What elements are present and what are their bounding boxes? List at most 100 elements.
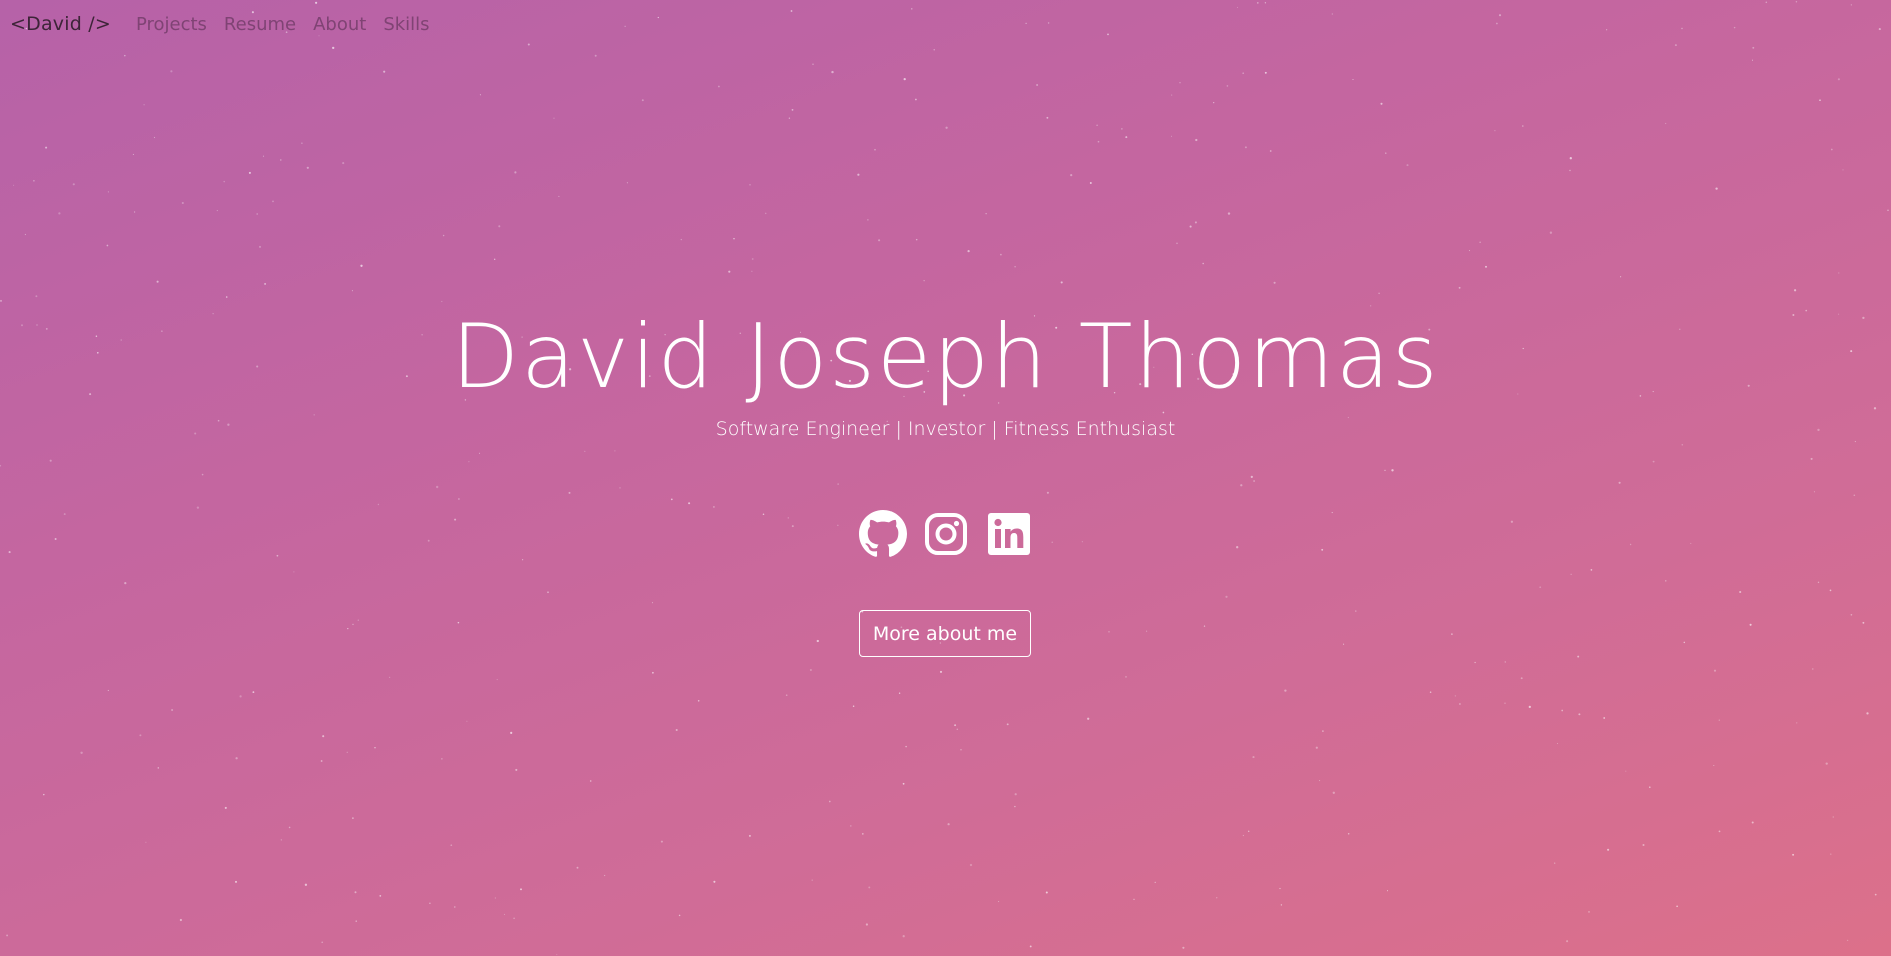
star-dot xyxy=(170,70,173,73)
star-dot xyxy=(293,571,295,573)
star-dot xyxy=(272,200,274,203)
star-dot xyxy=(867,219,869,221)
star-dot xyxy=(1380,102,1383,105)
star-dot xyxy=(262,155,265,157)
star-dot xyxy=(1652,460,1655,463)
star-dot xyxy=(933,49,935,51)
star-dot xyxy=(849,825,852,827)
star-dot xyxy=(1195,138,1198,142)
star-dot xyxy=(1829,589,1832,592)
star-dot xyxy=(1854,441,1856,443)
star-dot xyxy=(306,166,309,169)
star-dot xyxy=(1837,78,1840,81)
star-dot xyxy=(1713,764,1715,767)
nav-link-projects[interactable]: Projects xyxy=(136,14,207,35)
star-dot xyxy=(1620,276,1622,278)
star-dot xyxy=(1347,832,1350,835)
star-dot xyxy=(660,840,663,843)
star-dot xyxy=(1194,221,1197,224)
star-dot xyxy=(1108,630,1110,633)
star-dot xyxy=(902,935,905,938)
star-dot xyxy=(837,483,839,485)
star-dot xyxy=(960,749,962,751)
star-dot xyxy=(1014,805,1016,808)
star-dot xyxy=(967,249,970,253)
star-dot xyxy=(728,270,731,273)
star-dot xyxy=(1504,702,1506,704)
star-dot xyxy=(1315,746,1318,749)
star-dot xyxy=(1385,152,1387,154)
star-dot xyxy=(1060,281,1063,284)
brand-logo[interactable]: <David /> xyxy=(10,13,111,35)
star-dot xyxy=(441,758,443,760)
star-dot xyxy=(1607,848,1610,851)
star-dot xyxy=(556,954,558,956)
star-dot xyxy=(1125,136,1128,139)
instagram-link[interactable] xyxy=(922,510,970,558)
star-dot xyxy=(749,184,751,186)
star-dot xyxy=(24,233,26,236)
star-dot xyxy=(1250,475,1253,479)
star-dot xyxy=(1665,580,1667,582)
star-dot xyxy=(697,700,700,702)
star-dot xyxy=(264,282,267,285)
star-dot xyxy=(301,142,303,144)
star-dot xyxy=(478,452,481,454)
linkedin-link[interactable] xyxy=(985,510,1033,558)
star-dot xyxy=(494,258,496,260)
star-dot xyxy=(503,913,505,915)
star-dot xyxy=(522,559,524,561)
star-dot xyxy=(1577,655,1580,658)
star-dot xyxy=(224,806,227,809)
star-dot xyxy=(576,866,579,869)
star-dot xyxy=(124,581,127,585)
star-dot xyxy=(1319,780,1321,782)
star-dot xyxy=(181,201,184,205)
star-dot xyxy=(124,54,126,57)
star-dot xyxy=(1578,713,1581,716)
star-dot xyxy=(1170,135,1173,137)
star-dot xyxy=(1853,494,1856,496)
star-dot xyxy=(1832,816,1834,818)
nav-link-about[interactable]: About xyxy=(313,14,366,35)
star-dot xyxy=(553,117,555,119)
star-dot xyxy=(466,720,468,722)
star-dot xyxy=(1649,786,1651,788)
star-dot xyxy=(1739,590,1742,594)
star-dot xyxy=(748,834,751,837)
star-dot xyxy=(346,751,348,753)
star-dot xyxy=(374,747,376,749)
star-dot xyxy=(1240,484,1243,487)
star-dot xyxy=(1494,129,1496,132)
star-dot xyxy=(352,817,354,819)
star-dot xyxy=(1213,102,1215,104)
star-dot xyxy=(868,886,871,889)
star-dot xyxy=(239,695,242,698)
star-dot xyxy=(1014,265,1016,268)
star-dot xyxy=(225,296,228,298)
star-dot xyxy=(107,689,109,692)
navbar: <David /> Projects Resume About Skills xyxy=(0,0,1891,48)
star-dot xyxy=(954,724,957,727)
star-dot xyxy=(171,708,174,712)
star-dot xyxy=(1458,286,1461,289)
star-dot xyxy=(898,692,901,694)
star-dot xyxy=(1451,633,1453,635)
more-about-me-button[interactable]: More about me xyxy=(859,610,1031,657)
github-link[interactable] xyxy=(858,510,907,558)
star-dot xyxy=(1352,78,1354,81)
star-dot xyxy=(712,505,715,508)
star-dot xyxy=(1588,911,1590,913)
star-dot xyxy=(179,918,183,922)
star-dot xyxy=(652,671,654,674)
star-dot xyxy=(828,800,831,803)
star-dot xyxy=(915,238,918,241)
star-dot xyxy=(145,841,147,843)
star-dot xyxy=(494,897,497,899)
nav-link-skills[interactable]: Skills xyxy=(383,14,429,35)
nav-link-resume[interactable]: Resume xyxy=(224,14,296,35)
instagram-icon xyxy=(924,513,967,555)
star-dot xyxy=(1813,491,1815,493)
star-dot xyxy=(1125,675,1127,678)
star-dot xyxy=(947,823,950,826)
